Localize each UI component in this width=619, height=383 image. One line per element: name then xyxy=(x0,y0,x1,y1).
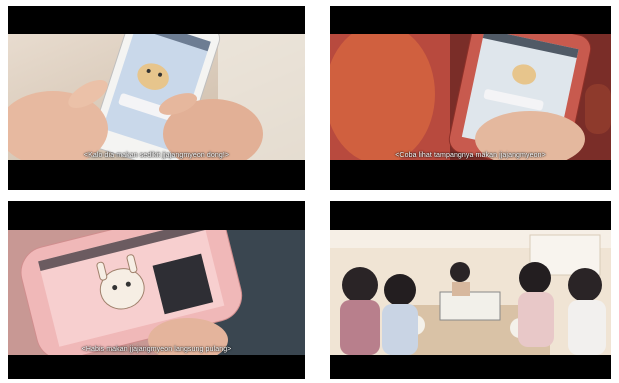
subtitle: <Habis makan jjajangmyeon langsung pulan… xyxy=(81,346,232,353)
scene-image xyxy=(330,230,611,355)
film-still-2: <Coba lihat tampangnya makan jjajangmyeo… xyxy=(330,6,611,190)
scene-red-phone xyxy=(330,34,611,160)
scene-hands-phone xyxy=(8,34,305,160)
scene-image xyxy=(330,34,611,160)
scene-image xyxy=(8,230,305,355)
scene-image xyxy=(8,34,305,160)
scene-pink-phone xyxy=(8,230,305,355)
subtitle: <Coba lihat tampangnya makan jjajangmyeo… xyxy=(395,152,546,159)
subtitle: <Kalo dia makan sedikit jjajangmyeon don… xyxy=(83,152,230,159)
film-still-1: <Kalo dia makan sedikit jjajangmyeon don… xyxy=(8,6,305,190)
film-still-3: <Habis makan jjajangmyeon langsung pulan… xyxy=(8,201,305,379)
film-still-4 xyxy=(330,201,611,379)
scene-restaurant xyxy=(330,230,611,355)
